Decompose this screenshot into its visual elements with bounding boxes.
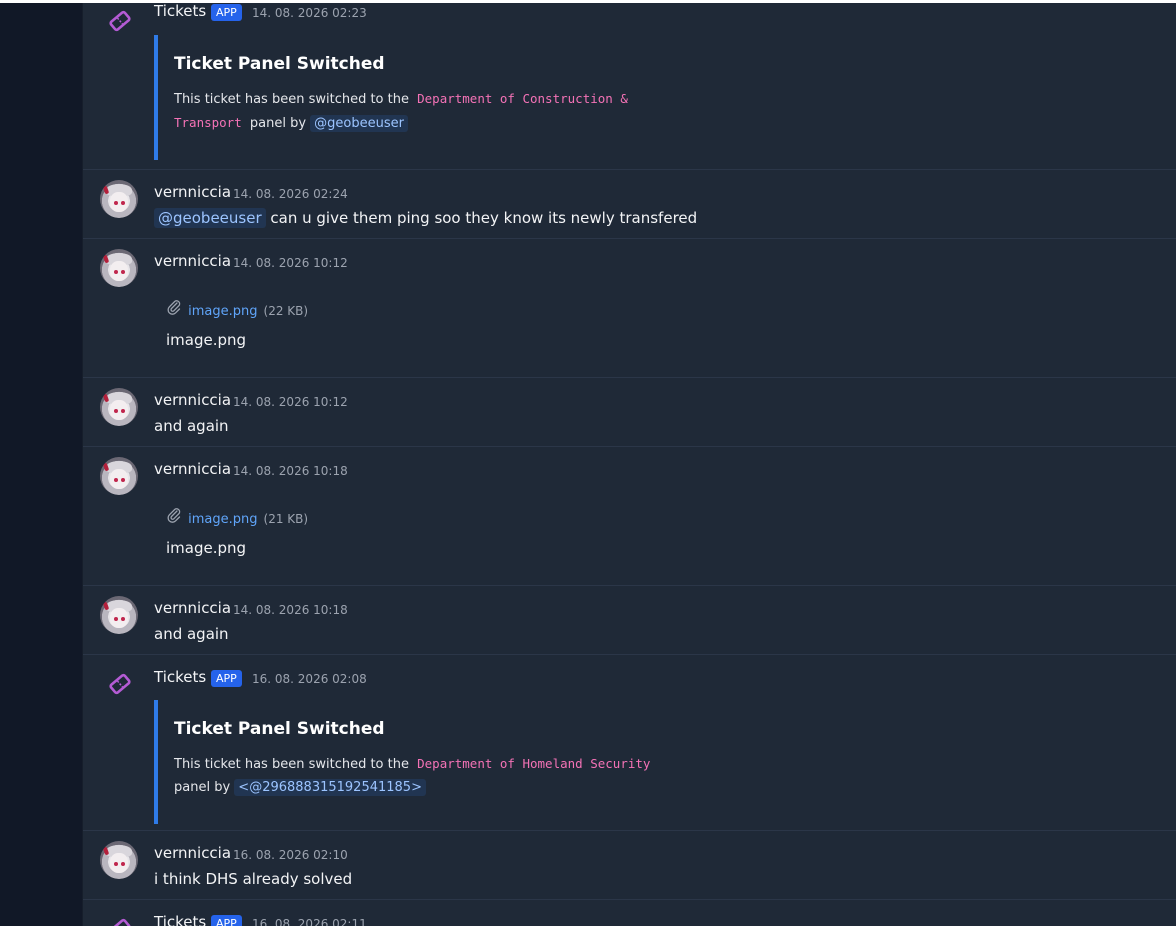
paperclip-icon [166, 507, 184, 527]
attachment-link[interactable]: image.png [188, 304, 257, 319]
message-vernniccia-2: vernniccia 14. 08. 2026 10:12 image.png (… [83, 238, 1176, 378]
attachment-size: (22 KB) [263, 304, 309, 318]
author-name[interactable]: vernniccia [154, 183, 231, 201]
attachment: image.png (22 KB) [166, 299, 308, 319]
author-name[interactable]: Tickets [154, 3, 206, 20]
paperclip-icon [166, 299, 184, 319]
embed: Ticket Panel Switched This ticket has be… [154, 35, 628, 160]
ticket-icon [109, 673, 131, 695]
message-tickets-2: Tickets APP 16. 08. 2026 02:08 Ticket Pa… [83, 654, 1176, 831]
embed-text: This ticket has been switched to the [174, 92, 409, 107]
author-name[interactable]: vernniccia [154, 460, 231, 478]
timestamp: 16. 08. 2026 02:08 [252, 672, 367, 686]
image-caption: image.png [166, 539, 247, 557]
avatar[interactable] [100, 249, 138, 287]
department-code-cont: Transport [174, 115, 242, 130]
attachment: image.png (21 KB) [166, 507, 308, 527]
image-caption: image.png [166, 331, 247, 349]
app-badge: APP [211, 4, 242, 21]
embed-text: This ticket has been switched to the [174, 757, 409, 772]
embed-text-suffix: panel by [249, 116, 307, 131]
timestamp: 14. 08. 2026 02:23 [252, 6, 367, 20]
avatar[interactable] [100, 457, 138, 495]
timestamp: 14. 08. 2026 02:24 [233, 187, 348, 201]
ticket-icon [109, 918, 131, 926]
embed-title: Ticket Panel Switched [174, 719, 385, 739]
message-text: i think DHS already solved [154, 870, 353, 888]
timestamp: 16. 08. 2026 02:11 [252, 917, 367, 926]
author-name[interactable]: Tickets [154, 668, 206, 686]
message-vernniccia-1: vernniccia 14. 08. 2026 02:24 @geobeeuse… [83, 169, 1176, 239]
timestamp: 14. 08. 2026 10:18 [233, 603, 348, 617]
timestamp: 14. 08. 2026 10:12 [233, 395, 348, 409]
message-text: and again [154, 417, 229, 435]
message-tickets-3: Tickets APP 16. 08. 2026 02:11 [83, 899, 1176, 926]
message-list[interactable]: Tickets APP 14. 08. 2026 02:23 Ticket Pa… [83, 3, 1176, 926]
timestamp: 14. 08. 2026 10:18 [233, 464, 348, 478]
avatar[interactable] [100, 596, 138, 634]
user-mention[interactable]: @geobeeuser [310, 115, 408, 132]
author-name[interactable]: Tickets [154, 913, 206, 926]
user-mention[interactable]: <@296888315192541185> [234, 779, 426, 796]
attachment-size: (21 KB) [263, 512, 309, 526]
attachment-link[interactable]: image.png [188, 512, 257, 527]
author-name[interactable]: vernniccia [154, 599, 231, 617]
app-badge: APP [211, 670, 242, 687]
department-code: Department of Construction & [417, 91, 628, 106]
author-name[interactable]: vernniccia [154, 844, 231, 862]
message-vernniccia-5: vernniccia 14. 08. 2026 10:18 and again [83, 585, 1176, 655]
user-mention[interactable]: @geobeeuser [154, 208, 266, 228]
author-name[interactable]: vernniccia [154, 252, 231, 270]
avatar[interactable] [100, 841, 138, 879]
message-tickets-1: Tickets APP 14. 08. 2026 02:23 Ticket Pa… [83, 3, 1176, 170]
message-text: @geobeeuser can u give them ping soo the… [154, 208, 698, 228]
avatar[interactable] [100, 388, 138, 426]
message-text: and again [154, 625, 229, 643]
author-name[interactable]: vernniccia [154, 391, 231, 409]
message-body: can u give them ping soo they know its n… [270, 209, 698, 227]
embed-description: This ticket has been switched to the Dep… [174, 752, 674, 799]
ticket-icon [109, 10, 131, 32]
embed-text-suffix: panel by [174, 780, 231, 795]
message-vernniccia-6: vernniccia 16. 08. 2026 02:10 i think DH… [83, 830, 1176, 900]
embed-title: Ticket Panel Switched [174, 54, 385, 74]
sidebar [0, 3, 83, 926]
message-vernniccia-4: vernniccia 14. 08. 2026 10:18 image.png (… [83, 446, 1176, 586]
app-badge: APP [211, 915, 242, 926]
timestamp: 16. 08. 2026 02:10 [233, 848, 348, 862]
embed-description: This ticket has been switched to the Dep… [174, 87, 674, 135]
embed: Ticket Panel Switched This ticket has be… [154, 700, 650, 824]
avatar[interactable] [100, 180, 138, 218]
department-code: Department of Homeland Security [417, 756, 651, 771]
message-vernniccia-3: vernniccia 14. 08. 2026 10:12 and again [83, 377, 1176, 447]
timestamp: 14. 08. 2026 10:12 [233, 256, 348, 270]
